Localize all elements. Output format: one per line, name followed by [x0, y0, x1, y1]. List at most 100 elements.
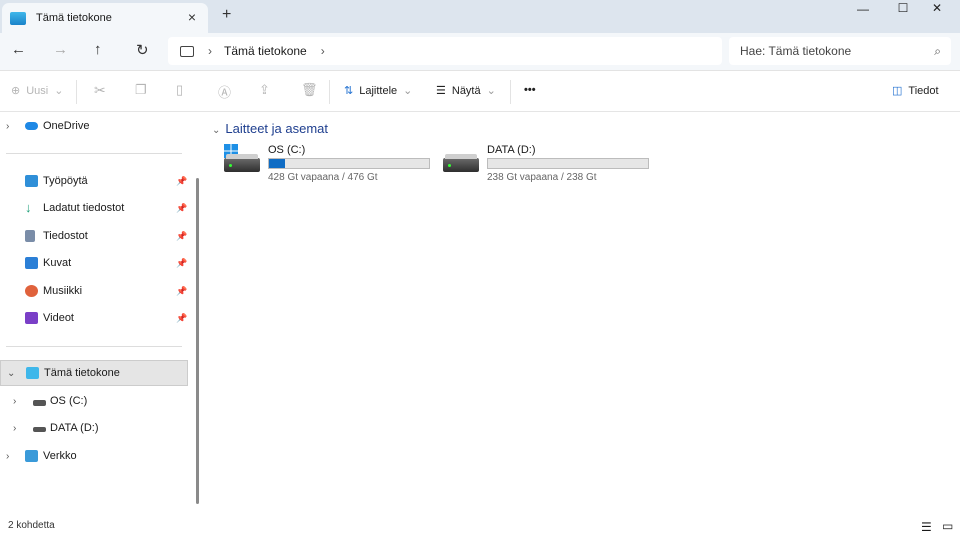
- pin-icon[interactable]: 📌: [176, 231, 187, 242]
- chevron-down-icon[interactable]: ⌄: [7, 368, 15, 379]
- divider: [6, 346, 182, 347]
- label: OneDrive: [43, 120, 90, 132]
- chevron-right-icon[interactable]: ›: [13, 423, 16, 434]
- monitor-icon: [180, 45, 194, 57]
- network-icon: [25, 450, 38, 462]
- label: Kuvat: [43, 257, 72, 269]
- label: DATA (D:): [50, 422, 99, 434]
- sidebar-item-videos[interactable]: Videot 📌: [0, 305, 188, 331]
- cut-icon[interactable]: ✂: [94, 82, 106, 99]
- close-window-button[interactable]: ✕: [920, 1, 954, 19]
- music-icon: [25, 285, 38, 297]
- drive-name: OS (C:): [268, 144, 306, 156]
- title-bar: Tämä tietokone × + — ☐ ✕: [0, 0, 960, 33]
- label: Verkko: [43, 450, 77, 462]
- chevron-right-icon[interactable]: ›: [6, 451, 9, 462]
- share-icon[interactable]: ⇪: [259, 82, 270, 98]
- delete-icon[interactable]: 🗑: [301, 82, 318, 98]
- chevron-right-icon: ›: [208, 44, 212, 58]
- divider: [76, 80, 77, 104]
- drive-item-d[interactable]: DATA (D:) 238 Gt vapaana / 238 Gt: [443, 144, 653, 188]
- refresh-button[interactable]: ↻: [136, 41, 149, 59]
- pin-icon[interactable]: 📌: [176, 286, 187, 297]
- rename-icon[interactable]: Ⓐ: [218, 82, 231, 101]
- details-pane-icon: ◫: [892, 85, 903, 97]
- plus-circle-icon: ⊕: [11, 85, 21, 97]
- command-bar: ⊕ Uusi ⌄ ✂ ❐ ▯ Ⓐ ⇪ 🗑 ⇅ Lajittele ⌄ ☰ Näytä ⌄ •…: [0, 72, 960, 112]
- computer-icon: [10, 11, 26, 25]
- divider: [6, 153, 182, 154]
- computer-icon: [26, 367, 39, 379]
- sidebar-item-music[interactable]: Musiikki 📌: [0, 278, 188, 304]
- up-button[interactable]: ↑: [94, 41, 102, 58]
- sort-button[interactable]: ⇅ Lajittele ⌄: [344, 84, 412, 98]
- capacity-bar: [268, 158, 430, 169]
- drive-free-space: 428 Gt vapaana / 476 Gt: [268, 172, 378, 183]
- address-row: ← → ↑ ↻ › Tämä tietokone › Hae: Tämä tie…: [0, 33, 960, 71]
- sidebar-item-onedrive[interactable]: › OneDrive: [0, 113, 188, 139]
- details-view-icon[interactable]: ☰: [921, 520, 932, 534]
- tab-title: Tämä tietokone: [36, 12, 112, 24]
- sidebar-item-network[interactable]: › Verkko: [0, 443, 188, 469]
- maximize-button[interactable]: ☐: [886, 1, 920, 19]
- back-button[interactable]: ←: [11, 41, 26, 58]
- tiles-view-icon[interactable]: ▭: [942, 519, 953, 533]
- search-input[interactable]: Hae: Tämä tietokone ⌕: [729, 37, 951, 65]
- forward-button[interactable]: →: [53, 41, 68, 58]
- chevron-right-icon[interactable]: ›: [13, 396, 16, 407]
- drive-icon: [33, 427, 46, 432]
- sidebar-scrollbar[interactable]: [196, 178, 199, 504]
- divider: [329, 80, 330, 104]
- new-tab-button[interactable]: +: [222, 6, 231, 24]
- sidebar-item-drive-c[interactable]: › OS (C:): [0, 388, 188, 414]
- search-icon: ⌕: [934, 43, 941, 58]
- desktop-icon: [25, 175, 38, 187]
- group-header[interactable]: ⌄ Laitteet ja asemat: [212, 121, 328, 136]
- sidebar-item-this-pc[interactable]: ⌄ Tämä tietokone: [0, 360, 188, 386]
- label: Tämä tietokone: [44, 367, 120, 379]
- sidebar-item-desktop[interactable]: Työpöytä 📌: [0, 168, 188, 194]
- capacity-fill: [269, 159, 286, 168]
- label: OS (C:): [50, 395, 88, 407]
- tab-this-pc[interactable]: Tämä tietokone ×: [2, 3, 208, 33]
- drive-free-space: 238 Gt vapaana / 238 Gt: [487, 172, 597, 183]
- drive-icon: [33, 400, 46, 406]
- download-icon: ↓: [25, 200, 32, 215]
- item-count: 2 kohdetta: [8, 520, 55, 531]
- sidebar-item-documents[interactable]: Tiedostot 📌: [0, 223, 188, 249]
- sort-icon: ⇅: [344, 85, 354, 97]
- group-title: Laitteet ja asemat: [225, 121, 329, 136]
- pin-icon[interactable]: 📌: [176, 176, 187, 187]
- copy-icon[interactable]: ❐: [135, 82, 147, 98]
- view-icon: ☰: [436, 85, 446, 97]
- minimize-button[interactable]: —: [846, 2, 880, 20]
- view-label: Näytä: [451, 84, 481, 97]
- label: Videot: [43, 312, 74, 324]
- paste-icon[interactable]: ▯: [176, 82, 183, 98]
- pin-icon[interactable]: 📌: [176, 258, 187, 269]
- label: Ladatut tiedostot: [43, 202, 125, 214]
- details-button[interactable]: ◫ Tiedot: [892, 84, 939, 98]
- chevron-down-icon: ⌄: [212, 125, 221, 136]
- drive-item-c[interactable]: OS (C:) 428 Gt vapaana / 476 Gt: [224, 144, 434, 188]
- sidebar-item-drive-d[interactable]: › DATA (D:): [0, 415, 188, 441]
- document-icon: [25, 230, 35, 242]
- pin-icon[interactable]: 📌: [176, 203, 187, 214]
- chevron-right-icon[interactable]: ›: [6, 121, 9, 132]
- breadcrumb-this-pc[interactable]: Tämä tietokone: [224, 44, 307, 58]
- cloud-icon: [25, 122, 38, 130]
- pin-icon[interactable]: 📌: [176, 313, 187, 324]
- label: Tiedostot: [43, 230, 88, 242]
- file-list: ⌄ Laitteet ja asemat OS (C:) 428 Gt vapaa…: [204, 112, 960, 520]
- close-tab-button[interactable]: ×: [188, 9, 196, 25]
- view-button[interactable]: ☰ Näytä ⌄: [436, 84, 496, 98]
- address-bar[interactable]: › Tämä tietokone ›: [168, 37, 722, 65]
- more-options-button[interactable]: •••: [524, 84, 536, 96]
- sidebar-item-downloads[interactable]: ↓ Ladatut tiedostot 📌: [0, 195, 188, 221]
- label: Työpöytä: [43, 175, 88, 187]
- divider: [510, 80, 511, 104]
- new-button[interactable]: ⊕ Uusi ⌄: [11, 84, 63, 98]
- sidebar-item-pictures[interactable]: Kuvat 📌: [0, 250, 188, 276]
- pictures-icon: [25, 257, 38, 269]
- drive-icon: [443, 154, 479, 172]
